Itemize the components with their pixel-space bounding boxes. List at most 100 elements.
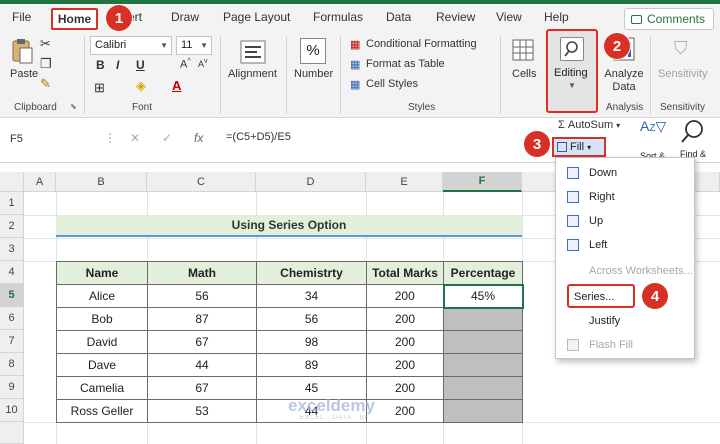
row-header[interactable]: 6 [0,307,24,330]
analyze-data-button[interactable]: Analyze Data [604,68,644,94]
tab-formulas[interactable]: Formulas [313,10,363,24]
number-button[interactable]: Number [294,68,333,80]
increase-font-icon[interactable]: A^ [180,58,191,71]
cell[interactable]: Ross Geller [56,399,148,423]
menu-item-left[interactable]: Left [556,234,694,256]
header-cell[interactable]: Total Marks [366,261,444,285]
editing-button[interactable]: Editing ▼ [546,29,598,113]
conditional-formatting-button[interactable]: Conditional Formatting [366,38,477,50]
menu-item-justify[interactable]: Justify [556,310,694,332]
tab-page-layout[interactable]: Page Layout [223,10,290,24]
cell[interactable]: 44 [147,353,257,377]
fill-color-icon[interactable]: ◈ [136,78,146,94]
tab-review[interactable]: Review [436,10,475,24]
column-header[interactable]: B [56,172,147,192]
tab-view[interactable]: View [496,10,522,24]
header-cell[interactable]: Chemistrty [256,261,367,285]
row-header[interactable]: 8 [0,353,24,376]
cell[interactable]: 56 [147,284,257,308]
comments-button[interactable]: Comments [624,8,714,30]
cell[interactable]: 200 [366,353,444,377]
decrease-font-icon[interactable]: Av [198,58,208,69]
cell[interactable]: 56 [256,307,367,331]
sheet-title-cell[interactable]: Using Series Option [56,215,522,237]
cancel-icon[interactable]: ✕ [130,131,140,145]
row-header[interactable]: 1 [0,192,24,215]
paste-label[interactable]: Paste [10,68,38,80]
menu-item-right[interactable]: Right [556,186,694,208]
alignment-button[interactable]: Alignment [228,68,277,80]
menu-item-down[interactable]: Down [556,162,694,184]
formula-input[interactable]: =(C5+D5)/E5 [226,131,291,143]
tab-draw[interactable]: Draw [171,10,199,24]
column-header[interactable]: A [24,172,56,192]
column-header[interactable]: F [443,172,522,192]
font-color-icon[interactable]: A [172,78,181,93]
paste-icon[interactable] [10,38,34,66]
cell[interactable]: Camelia [56,376,148,400]
cell[interactable]: 200 [366,284,444,308]
cut-icon[interactable]: ✂ [40,36,51,52]
dialog-launcher-icon[interactable]: ⬊ [70,102,77,111]
autosum-button[interactable]: Σ AutoSum ▾ [558,119,620,131]
selected-cell[interactable] [443,330,523,354]
active-cell[interactable]: 45% [442,283,524,309]
font-size-select[interactable]: 11 ▼ [176,36,212,55]
name-box[interactable]: F5 [4,129,102,151]
selected-cell[interactable] [443,399,523,423]
cell[interactable]: Bob [56,307,148,331]
percent-icon[interactable]: % [300,38,326,64]
header-cell[interactable]: Math [147,261,257,285]
selected-cell[interactable] [443,376,523,400]
row-header[interactable]: 10 [0,399,24,422]
cell[interactable]: 67 [147,376,257,400]
cells-icon[interactable] [512,38,534,62]
cell[interactable]: 89 [256,353,367,377]
cell-styles-button[interactable]: Cell Styles [366,78,418,90]
fill-button[interactable]: Fill ▾ [552,137,606,157]
menu-item-up[interactable]: Up [556,210,694,232]
format-as-table-button[interactable]: Format as Table [366,58,445,70]
copy-icon[interactable]: ❐ [40,56,52,72]
cell[interactable]: 200 [366,307,444,331]
format-painter-icon[interactable]: ✎ [40,76,51,92]
insert-function-icon[interactable]: fx [194,131,203,145]
cell[interactable]: 200 [366,330,444,354]
row-header[interactable]: 5 [0,284,24,307]
font-name-select[interactable]: Calibri ▼ [90,36,172,55]
tab-file[interactable]: File [12,10,31,24]
header-cell[interactable]: Name [56,261,148,285]
borders-icon[interactable]: ⊞ [94,80,105,96]
sort-filter-button[interactable]: AZ▽ Sort & [640,118,666,161]
row-header[interactable]: 2 [0,215,24,238]
column-header[interactable]: C [147,172,256,192]
tab-help[interactable]: Help [544,10,569,24]
cell[interactable]: 200 [366,376,444,400]
alignment-icon[interactable] [240,40,266,64]
cell[interactable]: David [56,330,148,354]
tab-home[interactable]: Home [51,8,98,30]
cell[interactable]: 200 [366,399,444,423]
bold-button[interactable]: B [96,58,105,72]
selected-cell[interactable] [443,307,523,331]
row-header[interactable]: 4 [0,261,24,284]
cells-button[interactable]: Cells [512,68,536,80]
tab-data[interactable]: Data [386,10,411,24]
find-select-button[interactable]: Find & [680,118,706,159]
header-cell[interactable]: Percentage [443,261,523,285]
cell[interactable]: 98 [256,330,367,354]
column-header[interactable]: D [256,172,366,192]
select-all-corner[interactable] [0,172,24,192]
cell[interactable]: 87 [147,307,257,331]
cell[interactable]: Alice [56,284,148,308]
enter-icon[interactable]: ✓ [162,131,172,145]
italic-button[interactable]: I [116,58,119,72]
column-header[interactable]: E [366,172,443,192]
row-header[interactable]: 7 [0,330,24,353]
cell[interactable]: 53 [147,399,257,423]
cell[interactable]: 34 [256,284,367,308]
underline-button[interactable]: U [136,58,145,72]
cell[interactable]: 67 [147,330,257,354]
cell[interactable]: Dave [56,353,148,377]
more-options-icon[interactable]: ⋮ [104,131,116,145]
